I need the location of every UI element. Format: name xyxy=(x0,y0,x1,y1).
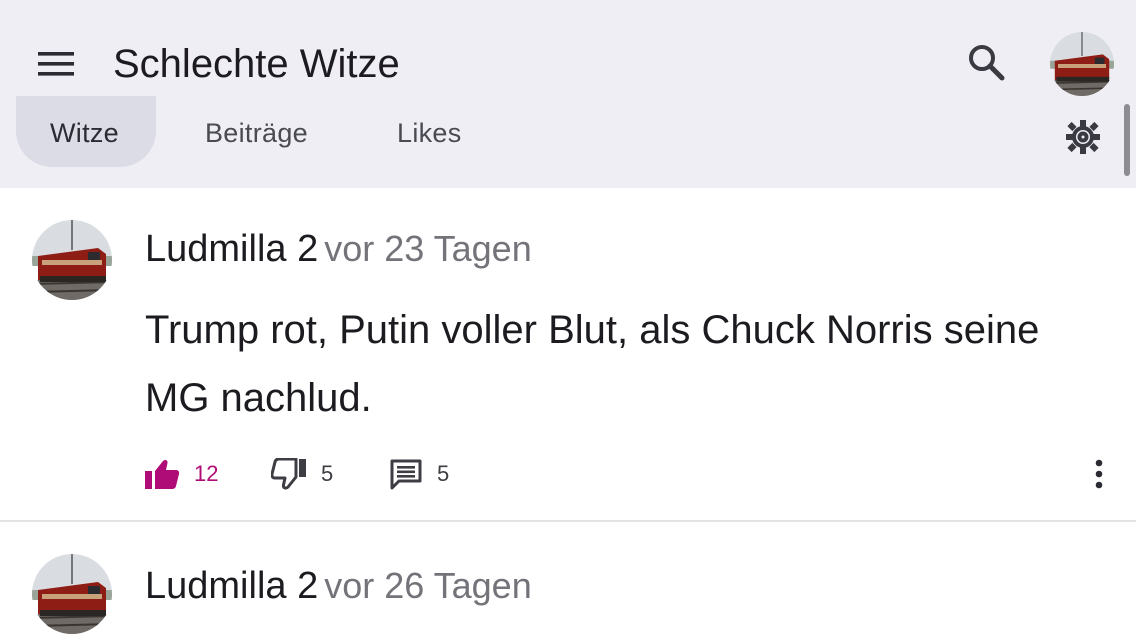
post-actions: 12 5 5 xyxy=(0,450,1136,498)
page-title: Schlechte Witze xyxy=(113,42,400,86)
dislike-count: 5 xyxy=(321,461,334,486)
avatar[interactable] xyxy=(32,554,112,634)
thumb-down-icon xyxy=(271,458,306,490)
post-text: Trump rot, Putin voller Blut, als Chuck … xyxy=(145,308,1040,420)
tab-witze[interactable]: Witze xyxy=(50,116,119,150)
author-name[interactable]: Ludmilla 2 xyxy=(145,565,318,607)
search-icon[interactable] xyxy=(964,40,1008,84)
tab-bar: Witze Beiträge Likes xyxy=(0,96,1136,188)
avatar[interactable] xyxy=(32,220,112,300)
post-time: vor 26 Tagen xyxy=(324,565,532,606)
comments-button[interactable]: 5 xyxy=(389,450,449,498)
author-name[interactable]: Ludmilla 2 xyxy=(145,228,318,270)
gear-icon[interactable] xyxy=(1062,116,1104,158)
app-bar: Schlechte Witze Witze Beiträge Likes xyxy=(0,0,1136,188)
post-meta: Ludmilla 2 vor 23 Tagen xyxy=(145,226,532,280)
comment-count: 5 xyxy=(437,461,450,486)
like-count: 12 xyxy=(194,461,219,486)
menu-icon[interactable] xyxy=(36,48,76,80)
thumb-up-icon xyxy=(145,459,180,489)
scrollbar[interactable] xyxy=(1124,104,1130,176)
post-card: Ludmilla 2 vor 26 Tagen xyxy=(0,521,1136,640)
post-card: Ludmilla 2 vor 23 Tagen Trump rot, Putin … xyxy=(0,188,1136,520)
post-time: vor 23 Tagen xyxy=(324,228,532,269)
dislike-button[interactable]: 5 xyxy=(271,450,333,498)
tab-beitraege[interactable]: Beiträge xyxy=(205,116,308,150)
more-options-icon[interactable] xyxy=(1086,454,1112,494)
profile-avatar[interactable] xyxy=(1050,32,1114,96)
tab-likes[interactable]: Likes xyxy=(397,116,462,150)
comment-icon xyxy=(390,459,422,490)
post-meta: Ludmilla 2 vor 26 Tagen xyxy=(145,563,532,617)
like-button[interactable]: 12 xyxy=(144,450,218,498)
